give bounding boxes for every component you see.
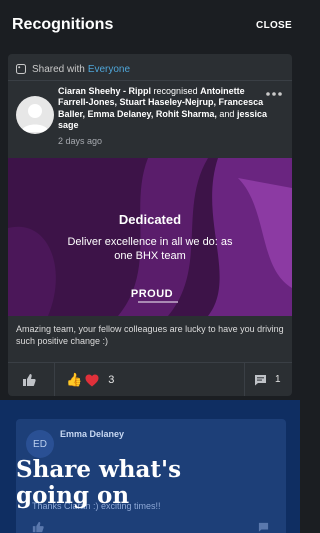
commenter-name: Emma Delaney (60, 429, 125, 439)
post-actions: 👍 3 1 (8, 363, 292, 396)
more-options-icon[interactable] (265, 90, 283, 98)
reaction-summary[interactable]: 👍 3 (66, 372, 114, 388)
banner-subtitle: Deliver excellence in all we do: as one … (67, 236, 233, 262)
page-title: Recognitions (12, 16, 114, 33)
banner-title: Dedicated (118, 212, 182, 227)
promo-headline: Share what's going on (16, 456, 182, 509)
recognised-verb: recognised (153, 86, 198, 96)
recipient-joiner: and (219, 108, 235, 119)
author-avatar[interactable] (16, 96, 54, 134)
app-header: Recognitions CLOSE (0, 0, 300, 50)
like-icon[interactable] (22, 373, 36, 387)
promo-overlay: ED Emma Delaney Thanks Ciaran :) excitin… (0, 400, 300, 533)
post-timestamp: 2 days ago (58, 136, 103, 146)
comment-count: 1 (275, 374, 281, 385)
heart-reaction-icon (85, 374, 99, 386)
reaction-count: 3 (108, 374, 115, 386)
shared-with-row: Shared with Everyone (16, 62, 130, 76)
shared-with-label: Shared with (32, 63, 85, 75)
action-separator (54, 363, 55, 396)
like-icon (32, 521, 44, 533)
post-message: Amazing team, your fellow colleagues are… (16, 324, 284, 346)
action-separator (244, 363, 245, 396)
divider (8, 80, 292, 81)
tag-icon (16, 64, 26, 74)
thumbs-up-reaction-icon: 👍 (66, 372, 83, 387)
recognition-banner: Dedicated Deliver excellence in all we d… (8, 158, 292, 316)
audience-link[interactable]: Everyone (88, 64, 130, 75)
close-button[interactable]: CLOSE (256, 20, 292, 31)
post-headline: Ciaran Sheehy - Rippl recognised Antoine… (58, 86, 268, 131)
author-name[interactable]: Ciaran Sheehy - Rippl (58, 86, 151, 96)
commenter-avatar: ED (26, 430, 54, 458)
proud-logo: PROUD (130, 288, 174, 300)
logo-underline (138, 301, 178, 303)
person-icon (21, 104, 49, 132)
comment-icon (258, 522, 269, 532)
comment-icon[interactable] (254, 374, 267, 386)
recognition-card: Shared with Everyone Ciaran Sheehy - Rip… (8, 54, 292, 396)
